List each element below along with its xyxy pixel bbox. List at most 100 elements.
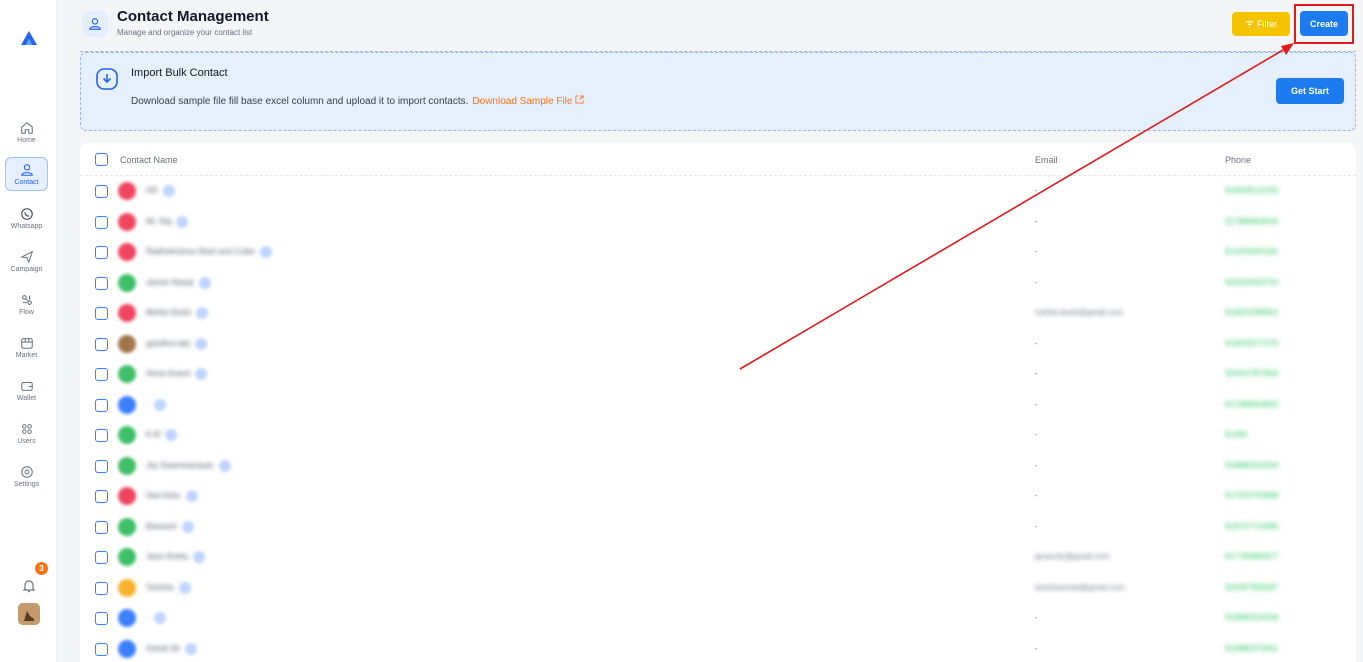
contact-avatar	[118, 517, 136, 536]
logo-icon[interactable]	[20, 29, 38, 47]
row-checkbox[interactable]	[95, 307, 108, 320]
contact-email: -	[1035, 216, 1038, 226]
contact-name: guhdhra tats	[146, 338, 191, 348]
table-row[interactable]: Jana Shetty janaonly@gmail.com 91779588097…	[80, 542, 1356, 572]
verified-icon	[185, 642, 197, 655]
contact-name: Radhekrishna Steel and Cutter	[146, 247, 256, 256]
row-checkbox[interactable]	[95, 459, 108, 473]
contact-email: -	[1035, 399, 1038, 409]
table-row[interactable]: - - 917088004605	[80, 390, 1356, 420]
contact-phone: 919033277270	[1225, 338, 1279, 348]
contact-avatar	[118, 548, 136, 566]
send-icon	[19, 250, 33, 264]
verified-icon	[182, 520, 194, 533]
contact-email: -	[1035, 369, 1038, 378]
select-all-checkbox[interactable]	[95, 153, 108, 166]
page-title: Contact Management	[117, 8, 269, 25]
contact-avatar	[118, 182, 136, 200]
contact-header-icon	[82, 11, 108, 37]
row-checkbox[interactable]	[95, 612, 108, 625]
contact-phone: 91393	[1225, 430, 1248, 439]
verified-icon	[195, 368, 207, 380]
contact-name: Tanisha	[146, 582, 174, 592]
row-checkbox[interactable]	[95, 429, 108, 442]
row-checkbox[interactable]	[95, 520, 108, 534]
row-checkbox[interactable]	[95, 246, 108, 259]
table-row[interactable]: - - 919890010039	[80, 603, 1356, 633]
contact-avatar	[118, 243, 136, 261]
contact-phone: 917323700068	[1225, 491, 1279, 500]
contact-phone: 919638123762	[1225, 186, 1279, 195]
table-row[interactable]: Jay Swaminarayan - 919880332004	[80, 451, 1356, 481]
import-title: Import Bulk Contact	[131, 67, 228, 79]
sidebar-item-whatsapp[interactable]: Whatsapp	[5, 201, 48, 235]
row-checkbox[interactable]	[95, 337, 108, 351]
contact-phone: 919890010039	[1225, 613, 1279, 622]
bell-icon[interactable]	[21, 578, 37, 594]
contact-email: -	[1035, 643, 1038, 653]
page-header: Contact Management Manage and organize y…	[80, 0, 1356, 52]
sidebar-item-users[interactable]: Users	[5, 416, 48, 450]
table-row[interactable]: Hena Anand - 919337357804	[80, 359, 1356, 389]
contact-name: -	[146, 613, 149, 622]
table-row[interactable]: Mr. Raj - 917889906543	[80, 207, 1356, 237]
contact-name: Hari Ashu	[146, 491, 181, 500]
column-header-name: Contact Name	[120, 155, 178, 165]
contact-avatar	[118, 273, 136, 292]
column-header-email: Email	[1035, 155, 1058, 165]
contact-avatar	[118, 212, 136, 231]
verified-icon	[196, 307, 208, 319]
table-row[interactable]: Bhavesh - 919737710085	[80, 512, 1356, 542]
import-description: Download sample file fill base excel col…	[131, 95, 584, 107]
download-sample-link[interactable]: Download Sample File	[472, 95, 584, 107]
contact-email: -	[1035, 521, 1038, 531]
home-icon	[20, 121, 33, 134]
avatar[interactable]	[18, 603, 40, 625]
contact-email: -	[1035, 460, 1038, 470]
sidebar-item-campaign[interactable]: Campaign	[5, 244, 48, 278]
verified-icon	[154, 398, 166, 411]
sidebar-item-flow[interactable]: Flow	[5, 287, 48, 321]
sidebar-item-wallet[interactable]: Wallet	[5, 373, 48, 407]
contact-email: -	[1035, 491, 1038, 500]
table-row[interactable]: Jaimin Rawal - 919204453743	[80, 268, 1356, 298]
row-checkbox[interactable]	[95, 551, 108, 564]
filter-button[interactable]: Filter	[1232, 12, 1290, 36]
get-start-button[interactable]: Get Start	[1276, 78, 1344, 104]
table-row[interactable]: Tanisha tanishasmita@gmail.com 91928790058…	[80, 573, 1356, 603]
sidebar-item-market[interactable]: Market	[5, 330, 48, 364]
sidebar-item-contact[interactable]: Contact	[5, 157, 48, 191]
contact-phone: 919880332004	[1225, 460, 1279, 470]
row-checkbox[interactable]	[95, 398, 108, 412]
contact-avatar	[118, 609, 136, 627]
contact-phone: 919204453743	[1225, 277, 1279, 287]
contact-name: Mr. Raj	[146, 216, 172, 226]
sidebar-item-home[interactable]: Home	[5, 115, 48, 149]
row-checkbox[interactable]	[95, 276, 108, 290]
table-row[interactable]: K.M - 91393	[80, 420, 1356, 450]
row-checkbox[interactable]	[95, 368, 108, 381]
create-button[interactable]: Create	[1300, 11, 1348, 36]
sidebar-item-label: Settings	[13, 480, 40, 488]
contact-avatar	[118, 395, 136, 414]
table-row[interactable]: Radhekrishna Steel and Cutter - 9133345611…	[80, 237, 1356, 267]
table-row[interactable]: Ashok Sir - 919980370401	[80, 634, 1356, 662]
row-checkbox[interactable]	[95, 642, 108, 656]
table-row[interactable]: Hari Ashu - 917323700068	[80, 481, 1356, 511]
sidebar-item-settings[interactable]: Settings	[5, 459, 48, 493]
row-checkbox[interactable]	[95, 581, 108, 595]
sidebar-item-label: Campaign	[10, 265, 43, 273]
contact-phone: 917088004605	[1225, 399, 1279, 409]
row-checkbox[interactable]	[95, 215, 108, 229]
contact-phone: 917889906543	[1225, 216, 1279, 226]
table-row[interactable]: guhdhra tats - 919033277270	[80, 329, 1356, 359]
table-row[interactable]: Mehta Doshi mehta.doshi@gmail.com 91962339…	[80, 298, 1356, 328]
table-row[interactable]: HR - 919638123762	[80, 176, 1356, 206]
contact-email: janaonly@gmail.com	[1035, 552, 1110, 561]
row-checkbox[interactable]	[95, 490, 108, 503]
contact-name: Ashok Sir	[146, 643, 181, 653]
contact-name: HR	[146, 186, 158, 195]
verified-icon	[219, 459, 231, 472]
whatsapp-icon	[20, 207, 33, 220]
row-checkbox[interactable]	[95, 185, 108, 198]
